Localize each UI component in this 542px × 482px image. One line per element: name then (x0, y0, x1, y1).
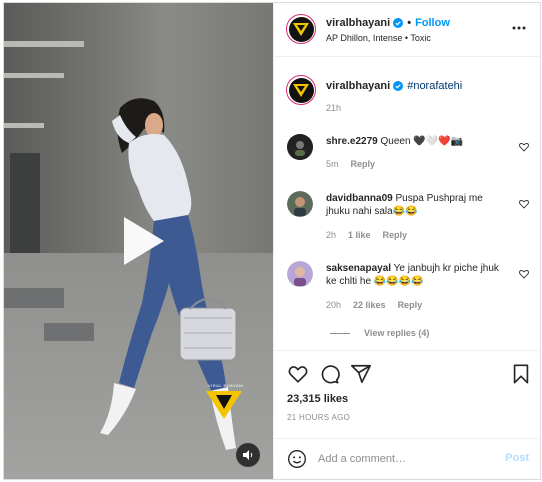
author-username[interactable]: viralbhayani (326, 17, 390, 29)
more-options-icon[interactable] (511, 20, 527, 36)
comment-username[interactable]: saksenapayal (326, 263, 391, 274)
post-video[interactable]: VIRAL BHAYANI (4, 3, 273, 479)
comment-meta: 2h 1 like Reply (326, 230, 407, 240)
share-paper-plane-icon[interactable] (350, 363, 372, 385)
follow-button[interactable]: Follow (415, 17, 450, 29)
replies-divider-line (330, 332, 350, 334)
verified-badge-icon (393, 81, 404, 91)
audio-attribution[interactable]: AP Dhillon, Intense • Toxic (326, 33, 431, 43)
user-avatar-icon (287, 191, 313, 217)
add-comment-bar: Post (274, 438, 541, 479)
comment-username[interactable]: shre.e2279 (326, 136, 378, 147)
post-actions: 23,315 likes 21 HOURS AGO (274, 350, 541, 438)
play-icon[interactable] (114, 213, 170, 269)
comment-reply-button[interactable]: Reply (398, 300, 423, 310)
comment-time: 20h (326, 300, 342, 310)
mute-toggle-button[interactable] (236, 443, 260, 467)
audio-track: Toxic (410, 33, 431, 43)
author-line: viralbhayani • Follow (326, 17, 450, 29)
caption-time: 21h (326, 103, 342, 113)
save-bookmark-icon[interactable] (510, 363, 532, 385)
post-side-panel: viralbhayani • Follow AP Dhillon, Intens… (273, 3, 541, 479)
post-header: viralbhayani • Follow AP Dhillon, Intens… (274, 3, 541, 57)
comments-list[interactable]: viralbhayani #norafatehi 21h shre.e2279 … (274, 58, 541, 350)
caption: viralbhayani #norafatehi (326, 80, 462, 92)
comment-body: saksenapayal Ye janbujh kr piche jhuk ke… (326, 262, 506, 288)
view-replies-label: View replies (4) (364, 328, 430, 338)
comment-time: 2h (326, 230, 337, 240)
comment-text: Queen 🖤️🤍❤️📷 (380, 136, 464, 147)
comment-reply-button[interactable]: Reply (383, 230, 408, 240)
comment-like-heart-icon[interactable] (519, 199, 529, 209)
caption-avatar[interactable] (286, 75, 316, 105)
caption-username[interactable]: viralbhayani (326, 80, 390, 92)
comment-username[interactable]: davidbanna09 (326, 193, 393, 204)
post-dialog: VIRAL BHAYANI viralbhayani • Follow AP D… (3, 2, 541, 480)
likes-count[interactable]: 23,315 likes (287, 393, 348, 405)
verified-badge-icon (393, 18, 404, 28)
comment-likes-count[interactable]: 1 like (348, 230, 371, 240)
user-avatar-icon (287, 261, 313, 287)
comment-body: davidbanna09 Puspa Pushpraj me jhuku nah… (326, 192, 506, 218)
audio-separator: • (404, 33, 409, 43)
brand-logo-icon (293, 23, 309, 36)
comment-bubble-icon[interactable] (318, 363, 340, 385)
speaker-icon (243, 450, 253, 460)
comment-time: 5m (326, 159, 339, 169)
comment-like-heart-icon[interactable] (519, 142, 529, 152)
comment-input[interactable] (318, 449, 488, 469)
comment-likes-count[interactable]: 22 likes (353, 300, 386, 310)
caption-hashtag[interactable]: #norafatehi (407, 80, 462, 92)
comment-meta: 20h 22 likes Reply (326, 300, 422, 310)
emoji-icon[interactable] (287, 449, 307, 469)
comment-body: shre.e2279 Queen 🖤️🤍❤️📷 (326, 135, 506, 148)
comment-avatar[interactable] (287, 261, 313, 287)
posted-time: 21 HOURS AGO (287, 413, 351, 422)
like-heart-icon[interactable] (287, 363, 309, 385)
comment-avatar[interactable] (287, 191, 313, 217)
comment-avatar[interactable] (287, 134, 313, 160)
view-replies-button[interactable]: View replies (4) (330, 328, 429, 338)
comment-reply-button[interactable]: Reply (351, 159, 376, 169)
comment-like-heart-icon[interactable] (519, 269, 529, 279)
author-avatar[interactable] (286, 14, 316, 44)
audio-artist: AP Dhillon, Intense (326, 33, 403, 43)
post-comment-button[interactable]: Post (505, 452, 529, 464)
user-avatar-icon (287, 134, 313, 160)
comment-meta: 5m Reply (326, 159, 375, 169)
watermark-text: VIRAL BHAYANI (208, 383, 244, 388)
separator-dot: • (407, 17, 412, 29)
brand-logo-icon (293, 84, 309, 97)
brand-watermark-logo (206, 391, 242, 419)
